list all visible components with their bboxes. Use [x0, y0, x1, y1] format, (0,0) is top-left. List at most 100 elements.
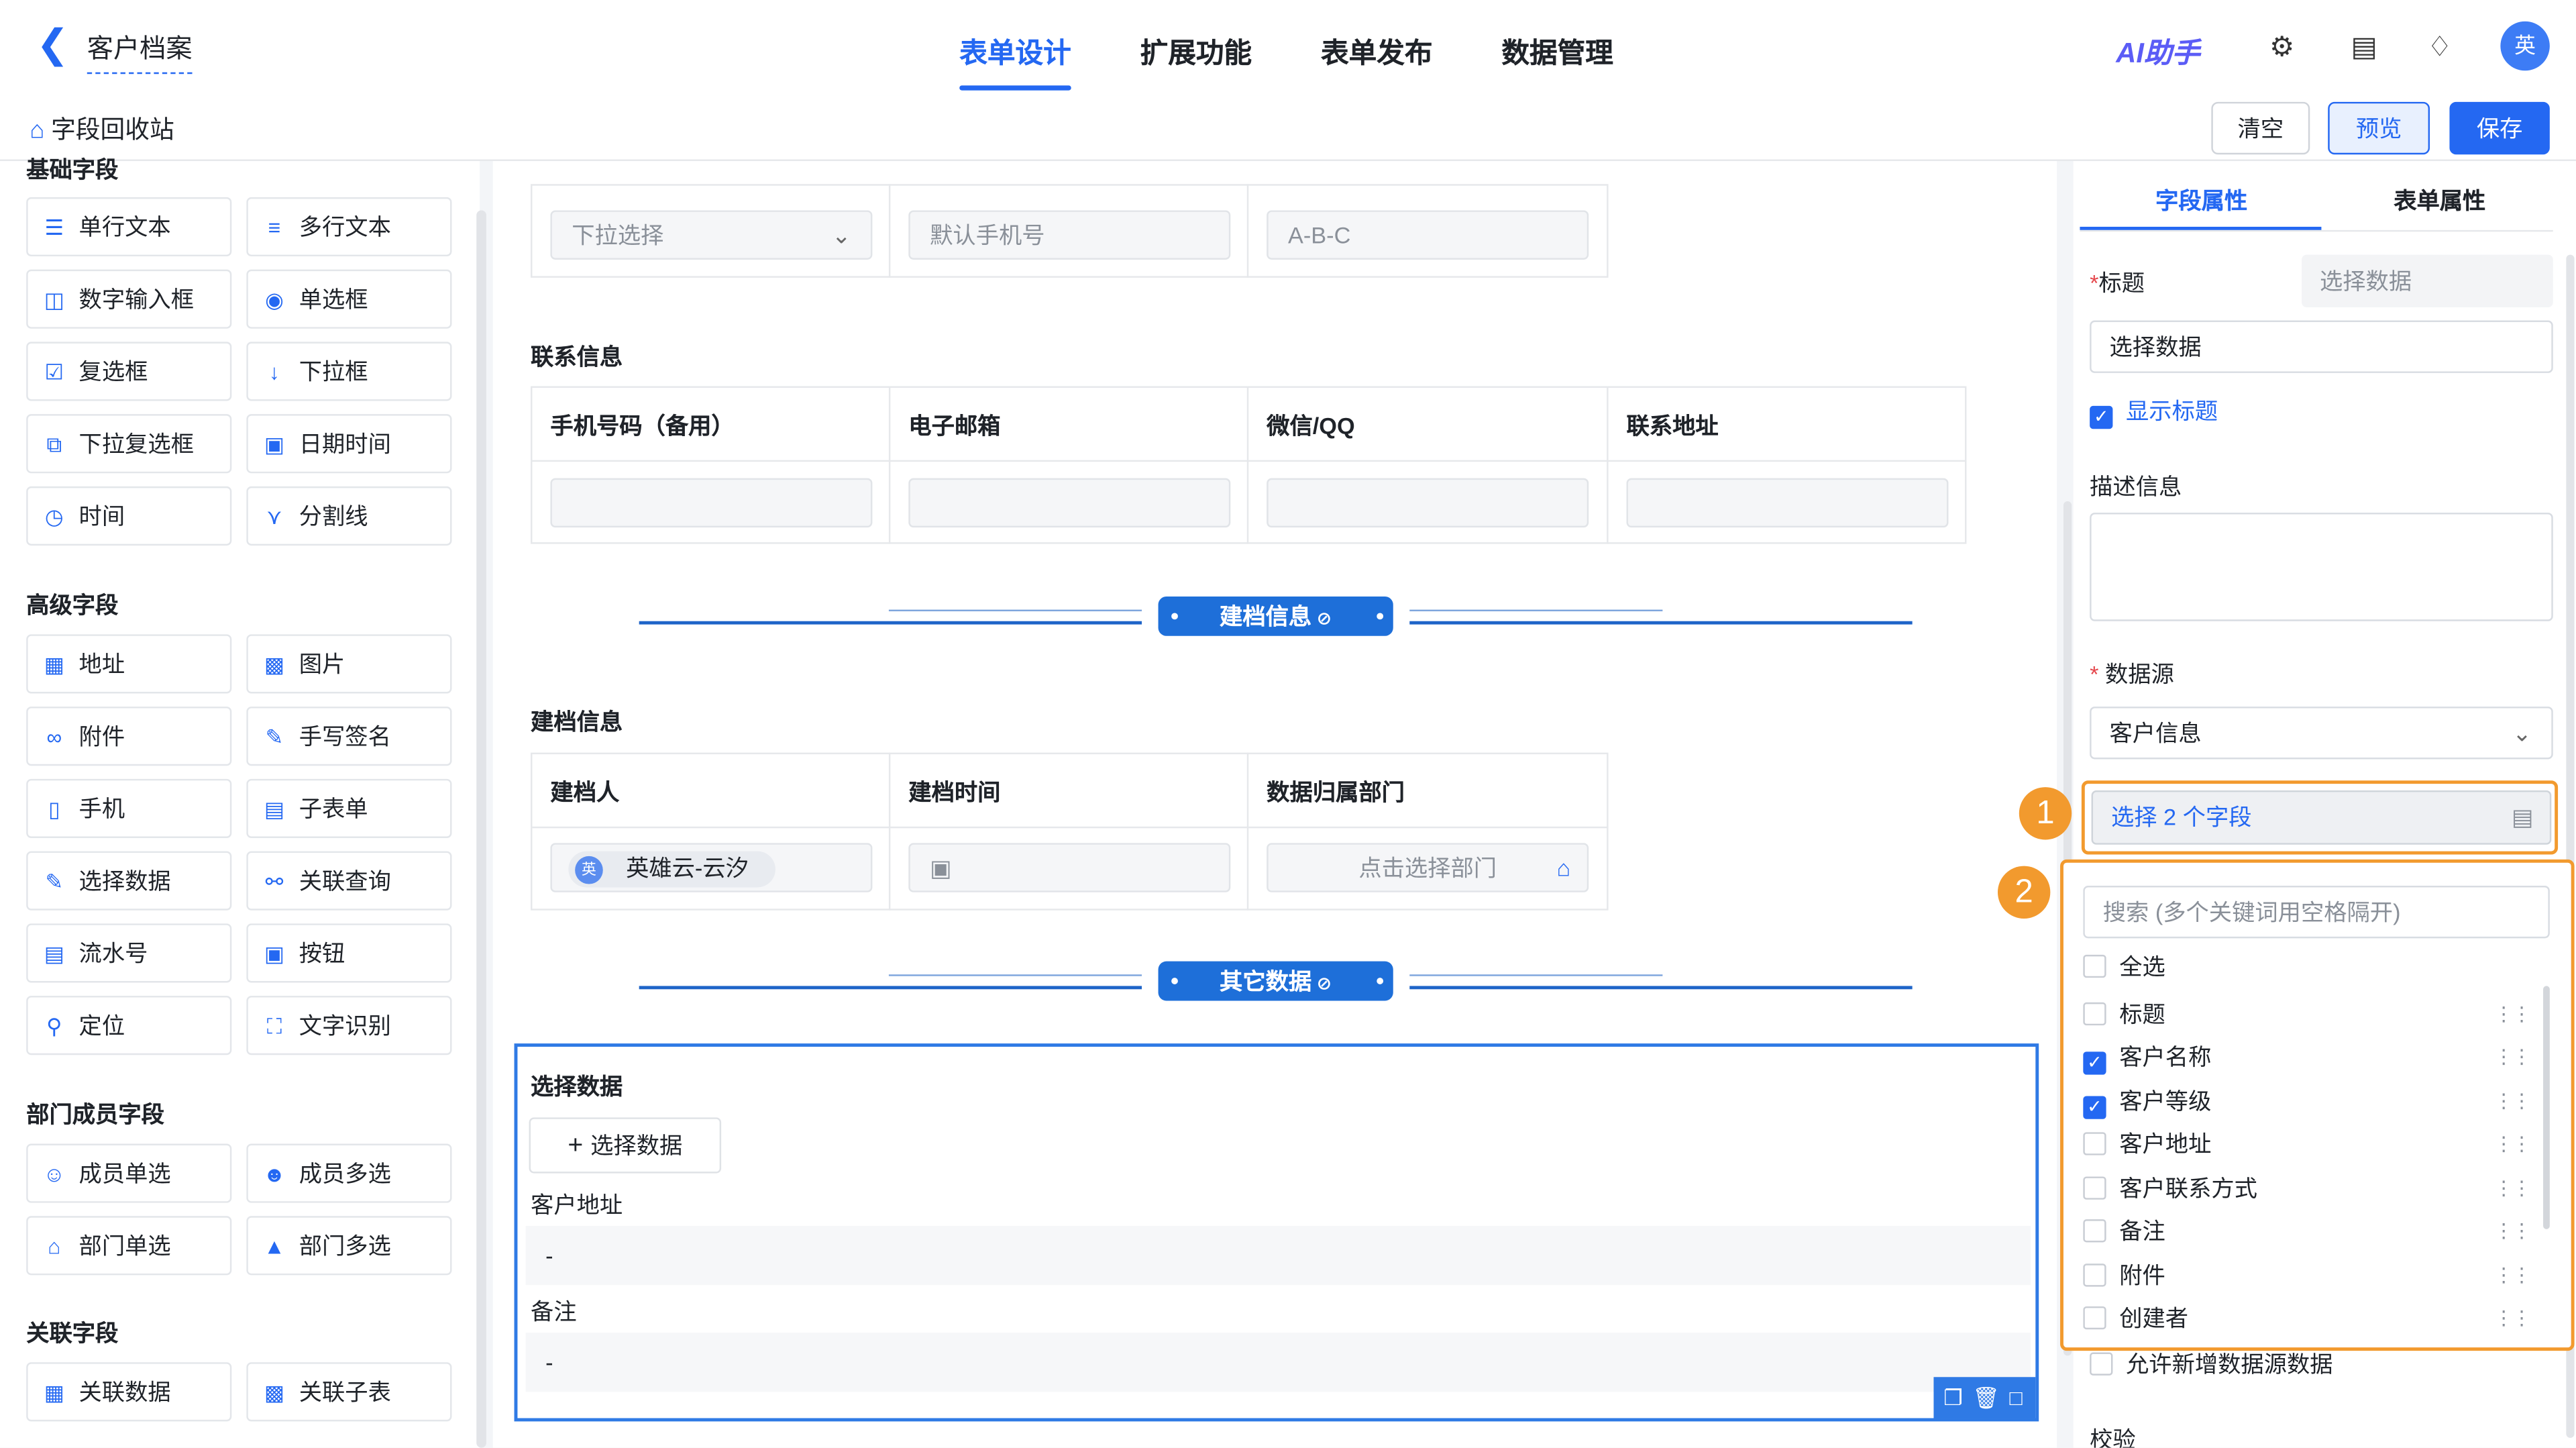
palette-scrollbar[interactable]	[476, 210, 486, 1448]
field-select-data[interactable]: ✎ 选择数据	[26, 851, 232, 911]
translate-icon[interactable]: ⚙	[2264, 30, 2300, 66]
drag-handle-icon[interactable]: ⋮⋮	[2494, 1300, 2530, 1336]
desc-textarea[interactable]	[2090, 513, 2553, 621]
divider-other-data[interactable]: 其它数据 ⊘	[1158, 961, 1393, 1001]
option-title[interactable]: 标题 ⋮⋮	[2083, 996, 2532, 1032]
option-attachment[interactable]: 附件 ⋮⋮	[2083, 1257, 2532, 1293]
allow-add-checkbox[interactable]: 允许新增数据源数据	[2090, 1347, 2333, 1380]
divider-line	[888, 974, 1142, 976]
drag-handle-icon[interactable]: ⋮⋮	[2494, 1126, 2532, 1162]
tab-publish[interactable]: 表单发布	[1321, 30, 1433, 87]
drag-handle-icon[interactable]: ⋮⋮	[2494, 1039, 2532, 1075]
copy-icon[interactable]: ❐	[1943, 1386, 1972, 1410]
option-customer-address[interactable]: 客户地址 ⋮⋮	[2083, 1126, 2532, 1162]
select-fields-button[interactable]: 选择 2 个字段 ▤	[2091, 790, 2552, 845]
field-related-data[interactable]: ▦ 关联数据	[26, 1362, 232, 1422]
field-search-input[interactable]: 搜索 (多个关键词用空格隔开)	[2083, 886, 2550, 939]
tab-extensions[interactable]: 扩展功能	[1140, 30, 1252, 87]
field-value-customer-address: -	[525, 1225, 2031, 1286]
divider-icon: ⋎	[266, 504, 282, 529]
divider-filing-info[interactable]: 建档信息 ⊘	[1158, 596, 1393, 636]
dropdown-scrollbar[interactable]	[2543, 986, 2550, 1229]
drag-handle-icon[interactable]: ⋮⋮	[2494, 1212, 2532, 1249]
datasource-select[interactable]: 客户信息 ⌄	[2090, 707, 2553, 760]
email-input[interactable]	[908, 478, 1231, 528]
field-dropdown-multi[interactable]: ⧉ 下拉复选框	[26, 414, 232, 474]
wechat-qq-input[interactable]	[1267, 478, 1589, 528]
ai-assistant-button[interactable]: AI助手	[2116, 30, 2200, 70]
option-customer-contact[interactable]: 客户联系方式 ⋮⋮	[2083, 1170, 2532, 1206]
phone-input[interactable]: 默认手机号	[908, 210, 1231, 260]
col-header-creator: 建档人	[550, 778, 620, 806]
field-address[interactable]: ▦ 地址	[26, 634, 232, 694]
related-query-icon: ⚯	[265, 869, 284, 894]
title-input[interactable]: 选择数据	[2090, 320, 2553, 373]
field-checkbox[interactable]: ☑ 复选框	[26, 342, 232, 401]
option-creator[interactable]: 创建者 ⋮⋮	[2083, 1300, 2530, 1336]
option-customer-level[interactable]: ✓ 客户等级 ⋮⋮	[2083, 1083, 2532, 1119]
drag-handle-icon[interactable]: ⋮⋮	[2494, 1257, 2532, 1293]
col-divider	[1607, 386, 1609, 544]
field-radio[interactable]: ◉ 单选框	[246, 269, 452, 329]
tab-form-design[interactable]: 表单设计	[959, 30, 1071, 91]
delete-icon[interactable]: 🗑	[1972, 1386, 2009, 1410]
field-multi-line[interactable]: ≡ 多行文本	[246, 197, 452, 257]
preview-button[interactable]: 预览	[2328, 101, 2430, 155]
save-button[interactable]: 保存	[2449, 101, 2550, 155]
back-arrow-icon[interactable]: ❮	[36, 23, 69, 69]
field-dept-single[interactable]: ⌂ 部门单选	[26, 1216, 232, 1276]
option-remark[interactable]: 备注 ⋮⋮	[2083, 1212, 2532, 1249]
drag-handle-icon[interactable]: ⋮⋮	[2494, 1083, 2532, 1119]
add-select-data-button[interactable]: + 选择数据	[529, 1117, 722, 1174]
bell-icon[interactable]: ♢	[2422, 30, 2458, 66]
field-image[interactable]: ▩ 图片	[246, 634, 452, 694]
recycle-bin-link[interactable]: ⌂ 字段回收站	[30, 112, 174, 146]
field-phone[interactable]: ▯ 手机	[26, 778, 232, 838]
field-divider[interactable]: ⋎ 分割线	[246, 486, 452, 546]
field-attachment[interactable]: ∞ 附件	[26, 707, 232, 766]
dot-icon	[1377, 978, 1384, 984]
field-related-query[interactable]: ⚯ 关联查询	[246, 851, 452, 911]
show-title-checkbox[interactable]: ✓ 显示标题	[2090, 395, 2218, 429]
block-action-bar: ❐🗑□	[1933, 1377, 2036, 1418]
field-button[interactable]: ▣ 按钮	[246, 923, 452, 983]
field-member-multi[interactable]: ☻ 成员多选	[246, 1143, 452, 1203]
field-member-single[interactable]: ☺ 成员单选	[26, 1143, 232, 1203]
clear-button[interactable]: 清空	[2211, 101, 2310, 155]
hidden-eye-icon: ⊘	[1311, 974, 1332, 994]
col-divider	[888, 184, 891, 278]
dept-select-field[interactable]: 点击选择部门 ⌂	[1267, 843, 1589, 892]
field-dropdown[interactable]: ↓ 下拉框	[246, 342, 452, 401]
tab-form-properties[interactable]: 表单属性	[2394, 184, 2485, 217]
field-ocr[interactable]: ⛶ 文字识别	[246, 996, 452, 1055]
field-signature[interactable]: ✎ 手写签名	[246, 707, 452, 766]
abc-input[interactable]: A-B-C	[1267, 210, 1589, 260]
drag-handle-icon[interactable]: ⋮⋮	[2494, 1170, 2532, 1206]
field-number[interactable]: ◫ 数字输入框	[26, 269, 232, 329]
select-data-title: 选择数据	[531, 1073, 623, 1100]
field-location[interactable]: ⚲ 定位	[26, 996, 232, 1055]
avatar[interactable]: 英	[2500, 21, 2550, 71]
tab-data-management[interactable]: 数据管理	[1501, 30, 1613, 87]
field-datetime[interactable]: ▣ 日期时间	[246, 414, 452, 474]
checkbox-icon: ☑	[44, 360, 64, 385]
field-related-subtable[interactable]: ▩ 关联子表	[246, 1362, 452, 1422]
contact-address-input[interactable]	[1626, 478, 1949, 528]
square-icon[interactable]: □	[2010, 1386, 2033, 1410]
field-single-line[interactable]: ☰ 单行文本	[26, 197, 232, 257]
checkbox-icon	[2083, 1306, 2106, 1330]
layout-icon[interactable]: ▤	[2346, 30, 2382, 66]
field-subform[interactable]: ▤ 子表单	[246, 778, 452, 838]
option-select-all[interactable]: 全选	[2083, 948, 2530, 984]
field-serial-number[interactable]: ▤ 流水号	[26, 923, 232, 983]
field-dept-multi[interactable]: ▲ 部门多选	[246, 1216, 452, 1276]
tab-field-properties[interactable]: 字段属性	[2155, 184, 2247, 217]
backup-phone-input[interactable]	[550, 478, 873, 528]
divider-line	[888, 609, 1142, 612]
field-time[interactable]: ◷ 时间	[26, 486, 232, 546]
title-hint: 选择数据	[2302, 254, 2553, 307]
page-title[interactable]: 客户档案	[87, 26, 193, 74]
drag-handle-icon[interactable]: ⋮⋮	[2494, 996, 2532, 1032]
option-customer-name[interactable]: ✓ 客户名称 ⋮⋮	[2083, 1039, 2532, 1075]
dropdown-select[interactable]: 下拉选择 ⌄	[550, 210, 873, 260]
